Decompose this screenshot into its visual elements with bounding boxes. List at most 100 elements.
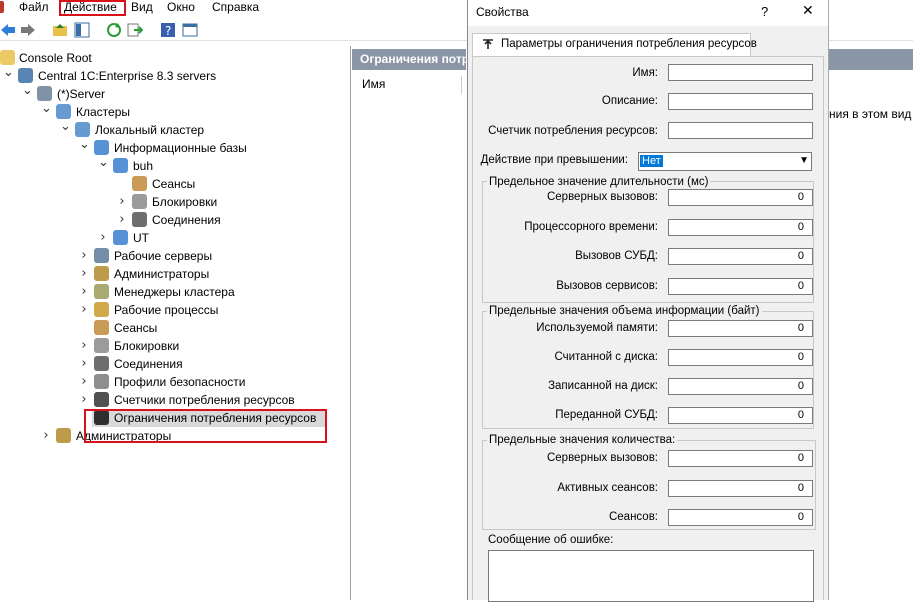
collapse-chevron-icon[interactable]: ⌄	[60, 120, 71, 139]
limit-label: Сеансов:	[608, 511, 658, 523]
chevron-down-icon[interactable]: ▼	[799, 153, 809, 168]
counter-field[interactable]	[668, 122, 813, 139]
tree-locks[interactable]: Блокировки	[114, 337, 179, 355]
tree-buh-sessions[interactable]: Сеансы	[152, 175, 195, 193]
tree-server[interactable]: (*)Server	[57, 85, 105, 103]
limit-value-field[interactable]: 0	[668, 509, 813, 526]
collapse-chevron-icon[interactable]: ⌄	[98, 156, 109, 175]
description-field[interactable]	[668, 93, 813, 110]
show-tree-icon[interactable]	[74, 22, 90, 38]
limit-value-field[interactable]: 0	[668, 450, 813, 467]
back-arrow-icon[interactable]	[0, 22, 16, 38]
tree-sessions[interactable]: Сеансы	[114, 319, 157, 337]
infobases-icon	[94, 140, 109, 155]
help-icon[interactable]: ?	[160, 22, 176, 38]
clusters-icon	[56, 104, 71, 119]
limit-value-field[interactable]: 0	[668, 218, 813, 236]
tree-central-servers[interactable]: Central 1C:Enterprise 8.3 servers	[38, 67, 216, 85]
dialog-close-button[interactable]: ✕	[802, 3, 814, 19]
collapse-chevron-icon[interactable]: ⌄	[3, 66, 14, 85]
limit-icon	[483, 39, 493, 49]
limit-value-field[interactable]: 0	[668, 189, 813, 206]
cluster-icon	[75, 122, 90, 137]
limit-value-field[interactable]: 0	[668, 349, 813, 366]
collapse-chevron-icon[interactable]: ⌄	[41, 102, 52, 121]
forward-arrow-icon[interactable]	[20, 22, 36, 38]
action-select[interactable]: Нет ▼	[638, 152, 812, 171]
collapse-chevron-icon[interactable]: ⌄	[22, 84, 33, 103]
expand-chevron-icon[interactable]: ›	[98, 229, 108, 247]
expand-chevron-icon[interactable]: ›	[41, 427, 51, 445]
dialog-title: Свойства	[476, 5, 529, 19]
menu-view[interactable]: Вид	[131, 0, 153, 14]
menu-file[interactable]: Файл	[19, 0, 49, 14]
column-name-header[interactable]: Имя	[362, 77, 385, 91]
connections-icon	[132, 212, 147, 227]
name-field[interactable]	[668, 64, 813, 81]
action-label: Действие при превышении:	[480, 154, 628, 166]
expand-chevron-icon[interactable]: ›	[79, 301, 89, 319]
description-label: Описание:	[601, 95, 658, 107]
column-divider[interactable]	[461, 76, 462, 94]
database-icon	[113, 158, 128, 173]
counter-label: Счетчик потребления ресурсов:	[488, 125, 658, 137]
limit-label: Серверных вызовов:	[546, 452, 658, 464]
dialog-help-button[interactable]: ?	[761, 4, 768, 19]
limit-value-field[interactable]: 0	[668, 407, 813, 424]
expand-chevron-icon[interactable]: ›	[79, 283, 89, 301]
tree-work-servers[interactable]: Рабочие серверы	[114, 247, 212, 265]
expand-chevron-icon[interactable]: ›	[117, 193, 127, 211]
server-group-icon	[18, 68, 33, 83]
limit-label: Записанной на диск:	[548, 380, 658, 392]
tree-console-root[interactable]: Console Root	[19, 49, 92, 67]
tree-security-profiles[interactable]: Профили безопасности	[114, 373, 245, 391]
expand-chevron-icon[interactable]: ›	[79, 373, 89, 391]
tree-db-ut[interactable]: UT	[133, 229, 149, 247]
tree-db-buh[interactable]: buh	[133, 157, 153, 175]
limit-label: Вызовов СУБД:	[575, 250, 658, 262]
expand-chevron-icon[interactable]: ›	[79, 247, 89, 265]
results-header-right	[826, 49, 913, 70]
tree-cluster-managers[interactable]: Менеджеры кластера	[114, 283, 235, 301]
tree-work-processes[interactable]: Рабочие процессы	[114, 301, 218, 319]
menu-help[interactable]: Справка	[212, 0, 259, 14]
sessions-icon	[94, 320, 109, 335]
tree-buh-connections[interactable]: Соединения	[152, 211, 221, 229]
limit-value-field[interactable]: 0	[668, 277, 813, 295]
expand-chevron-icon[interactable]: ›	[79, 337, 89, 355]
resource-counters-icon	[94, 392, 109, 407]
highlight-menu-action	[59, 0, 126, 16]
limit-value-field[interactable]: 0	[668, 378, 813, 395]
expand-chevron-icon[interactable]: ›	[117, 211, 127, 229]
locks-icon	[132, 194, 147, 209]
name-label: Имя:	[632, 67, 658, 79]
expand-chevron-icon[interactable]: ›	[79, 355, 89, 373]
error-message-field[interactable]	[488, 550, 814, 602]
up-folder-icon[interactable]	[52, 22, 68, 38]
menu-window[interactable]: Окно	[167, 0, 195, 14]
export-icon[interactable]	[127, 22, 143, 38]
limit-value-field[interactable]: 0	[668, 320, 813, 337]
results-empty-text: ния в этом вид	[829, 107, 912, 121]
expand-chevron-icon[interactable]: ›	[79, 391, 89, 409]
expand-chevron-icon[interactable]: ›	[79, 265, 89, 283]
properties-icon[interactable]	[182, 22, 198, 38]
refresh-icon[interactable]	[106, 22, 122, 38]
tree-local-cluster[interactable]: Локальный кластер	[95, 121, 204, 139]
limit-value-field[interactable]: 0	[668, 248, 813, 265]
tab-limit-parameters[interactable]: Параметры ограничения потребления ресурс…	[472, 33, 757, 56]
tree-infobases[interactable]: Информационные базы	[114, 139, 247, 157]
tree-admins[interactable]: Администраторы	[114, 265, 209, 283]
limit-label: Активных сеансов:	[557, 481, 658, 494]
tree-connections[interactable]: Соединения	[114, 355, 183, 373]
tree-clusters[interactable]: Кластеры	[76, 103, 130, 121]
connections-icon	[94, 356, 109, 371]
locks-icon	[94, 338, 109, 353]
work-servers-icon	[94, 248, 109, 263]
collapse-chevron-icon[interactable]: ⌄	[79, 138, 90, 157]
tree-buh-locks[interactable]: Блокировки	[152, 193, 217, 211]
limit-label: Переданной СУБД:	[555, 409, 658, 421]
folder-icon	[0, 50, 15, 65]
tree-resource-counters[interactable]: Счетчики потребления ресурсов	[114, 391, 295, 409]
limit-value-field[interactable]: 0	[668, 479, 813, 497]
